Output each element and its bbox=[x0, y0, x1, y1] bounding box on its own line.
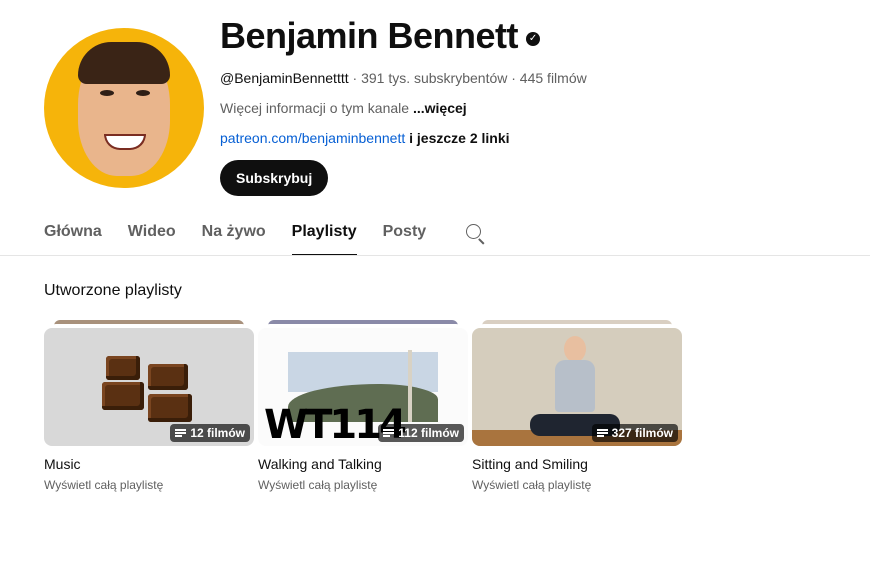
video-count-badge: 12 filmów bbox=[170, 424, 250, 442]
search-icon[interactable] bbox=[464, 222, 486, 245]
view-full-playlist-link[interactable]: Wyświetl całą playlistę bbox=[44, 478, 254, 492]
video-count: 12 filmów bbox=[190, 426, 245, 440]
tab-live[interactable]: Na żywo bbox=[202, 210, 266, 256]
tab-videos[interactable]: Wideo bbox=[128, 210, 176, 256]
playlist-icon bbox=[596, 429, 608, 437]
playlist-thumbnail-stack[interactable]: WT114 112 filmów bbox=[258, 320, 468, 446]
tab-playlists[interactable]: Playlisty bbox=[291, 210, 357, 256]
playlist-title[interactable]: Walking and Talking bbox=[258, 456, 468, 472]
avatar-eye bbox=[100, 90, 114, 96]
tabs-divider bbox=[0, 255, 870, 256]
playlist-icon bbox=[383, 429, 395, 437]
checkmark-circle-icon: ✓ bbox=[526, 32, 541, 46]
cube-shape bbox=[148, 364, 188, 390]
video-count: 327 filmów bbox=[611, 426, 673, 440]
search-icon-ring bbox=[466, 224, 482, 239]
playlist-grid: 12 filmów Music Wyświetl całą playlistę … bbox=[44, 320, 682, 492]
channel-name-row: Benjamin Bennett ✓ bbox=[220, 14, 587, 58]
channel-name: Benjamin Bennett bbox=[220, 15, 519, 56]
cube-shape bbox=[106, 356, 140, 380]
person-head bbox=[564, 336, 586, 362]
playlist-thumbnail[interactable]: 12 filmów bbox=[44, 328, 254, 446]
more-link[interactable]: ...więcej bbox=[413, 100, 467, 116]
tree-trunk bbox=[408, 350, 412, 422]
channel-handle: @BenjaminBennetttt bbox=[220, 70, 349, 86]
person-torso bbox=[555, 360, 595, 412]
playlist-icon bbox=[175, 429, 187, 437]
video-count: 112 filmów bbox=[398, 426, 459, 440]
subscribe-button[interactable]: Subskrybuj bbox=[220, 160, 329, 196]
extra-links[interactable]: i jeszcze 2 linki bbox=[405, 130, 509, 146]
playlist-title[interactable]: Music bbox=[44, 456, 254, 472]
channel-meta: @BenjaminBennetttt · 391 tys. subskryben… bbox=[220, 70, 587, 86]
description-text: Więcej informacji o tym kanale bbox=[220, 100, 413, 116]
playlist-title[interactable]: Sitting and Smiling bbox=[472, 456, 682, 472]
channel-header: Benjamin Bennett ✓ @BenjaminBennetttt · … bbox=[44, 14, 844, 204]
cube-shape bbox=[148, 394, 192, 422]
channel-links: patreon.com/benjaminbennett i jeszcze 2 … bbox=[220, 130, 587, 146]
view-full-playlist-link[interactable]: Wyświetl całą playlistę bbox=[258, 478, 468, 492]
playlist-card[interactable]: 327 filmów Sitting and Smiling Wyświetl … bbox=[472, 320, 682, 492]
playlist-thumbnail[interactable]: WT114 112 filmów bbox=[258, 328, 468, 446]
channel-tabs: Główna Wideo Na żywo Playlisty Posty bbox=[44, 210, 486, 256]
video-count-badge: 327 filmów bbox=[591, 424, 678, 442]
playlist-card[interactable]: WT114 112 filmów Walking and Talking Wyś… bbox=[258, 320, 468, 492]
playlist-card[interactable]: 12 filmów Music Wyświetl całą playlistę bbox=[44, 320, 254, 492]
channel-info: Benjamin Bennett ✓ @BenjaminBennetttt · … bbox=[220, 14, 587, 196]
section-title: Utworzone playlisty bbox=[44, 282, 182, 299]
channel-description[interactable]: Więcej informacji o tym kanale ...więcej bbox=[220, 100, 587, 116]
cube-shape bbox=[102, 382, 144, 410]
playlist-thumbnail-stack[interactable]: 327 filmów bbox=[472, 320, 682, 446]
tab-posts[interactable]: Posty bbox=[383, 210, 427, 256]
tab-home[interactable]: Główna bbox=[44, 210, 102, 256]
avatar-eye bbox=[136, 90, 150, 96]
playlist-thumbnail[interactable]: 327 filmów bbox=[472, 328, 682, 446]
video-count-badge: 112 filmów bbox=[378, 424, 464, 442]
patreon-link[interactable]: patreon.com/benjaminbennett bbox=[220, 130, 405, 146]
search-icon-handle bbox=[478, 238, 485, 245]
channel-avatar[interactable] bbox=[44, 28, 204, 188]
avatar-hair bbox=[78, 42, 170, 84]
playlist-thumbnail-stack[interactable]: 12 filmów bbox=[44, 320, 254, 446]
channel-stats: · 391 tys. subskrybentów · 445 filmów bbox=[348, 70, 587, 86]
view-full-playlist-link[interactable]: Wyświetl całą playlistę bbox=[472, 478, 682, 492]
